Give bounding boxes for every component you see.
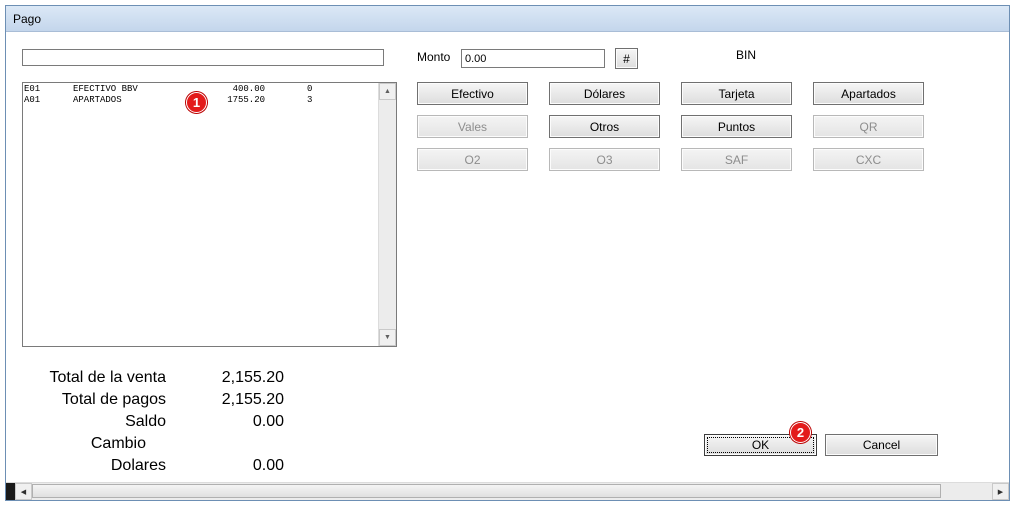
bin-label: BIN (736, 48, 757, 62)
dolares-button[interactable]: Dólares (549, 82, 660, 105)
otros-button[interactable]: Otros (549, 115, 660, 138)
scrollbar-left-cap (6, 483, 15, 500)
total-venta-label: Total de la venta (49, 369, 166, 386)
tarjeta-button[interactable]: Tarjeta (681, 82, 792, 105)
monto-label: Monto (417, 50, 451, 64)
apartados-button[interactable]: Apartados (813, 82, 924, 105)
o2-button[interactable]: O2 (417, 148, 528, 171)
o3-button[interactable]: O3 (549, 148, 660, 171)
dialog-body: E01 EFECTIVO BBV 400.00 0 A01 APARTADOS … (6, 32, 1009, 500)
efectivo-button[interactable]: Efectivo (417, 82, 528, 105)
cambio-label: Cambio (90, 435, 146, 452)
scrollbar-thumb[interactable] (32, 484, 941, 498)
row-description: EFECTIVO BBV (73, 84, 138, 94)
search-input[interactable] (22, 49, 384, 66)
payments-rows: E01 EFECTIVO BBV 400.00 0 A01 APARTADOS … (23, 83, 378, 346)
dolares-value: 0.00 (252, 457, 284, 474)
monto-input[interactable] (461, 49, 605, 68)
callout-marker-1: 1 (186, 92, 207, 113)
hash-button[interactable]: # (615, 48, 638, 69)
dolares-label: Dolares (110, 457, 166, 474)
total-pagos-value: 2,155.20 (221, 391, 284, 408)
scroll-left-arrow-icon[interactable]: ◀ (15, 483, 32, 500)
list-item[interactable]: A01 APARTADOS 1755.20 3 (23, 95, 312, 106)
window-title: Pago (13, 12, 42, 26)
payments-listbox[interactable]: E01 EFECTIVO BBV 400.00 0 A01 APARTADOS … (22, 82, 397, 347)
row-code: E01 (24, 84, 41, 94)
cxc-button[interactable]: CXC (813, 148, 924, 171)
qr-button[interactable]: QR (813, 115, 924, 138)
row-description: APARTADOS (73, 95, 122, 105)
saf-button[interactable]: SAF (681, 148, 792, 171)
total-pagos-label: Total de pagos (61, 391, 166, 408)
horizontal-scrollbar[interactable]: ◀ ▶ (6, 482, 1009, 500)
row-count: 0 (307, 84, 313, 94)
row-count: 3 (307, 95, 313, 105)
payment-dialog: Pago E01 EFECTIVO BBV 400.00 0 A01 APART… (5, 5, 1010, 501)
list-item[interactable]: E01 EFECTIVO BBV 400.00 0 (23, 84, 312, 95)
list-vertical-scrollbar[interactable]: ▲ ▼ (378, 83, 396, 346)
saldo-label: Saldo (125, 413, 166, 430)
total-venta-value: 2,155.20 (221, 369, 284, 386)
row-code: A01 (24, 95, 41, 105)
scroll-right-arrow-icon[interactable]: ▶ (992, 483, 1009, 500)
cancel-button[interactable]: Cancel (825, 434, 938, 456)
puntos-button[interactable]: Puntos (681, 115, 792, 138)
scroll-up-arrow-icon[interactable]: ▲ (379, 83, 396, 100)
scroll-down-arrow-icon[interactable]: ▼ (379, 329, 396, 346)
title-bar[interactable]: Pago (6, 6, 1009, 32)
callout-marker-2: 2 (790, 422, 811, 443)
saldo-value: 0.00 (252, 413, 284, 430)
row-amount: 400.00 (232, 84, 265, 94)
vales-button[interactable]: Vales (417, 115, 528, 138)
